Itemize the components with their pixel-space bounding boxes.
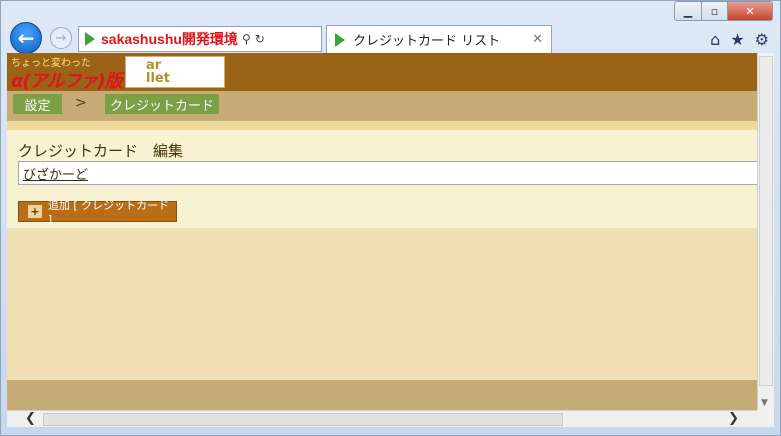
divider-band	[7, 121, 774, 130]
add-credit-card-button[interactable]: + 追加 [ クレジットカード ]	[18, 199, 177, 226]
horizontal-scroll-thumb[interactable]	[43, 413, 563, 426]
page-viewport: ちょっと変わった α(アルファ)版 ar llet 設定 > クレジットカード ク…	[7, 53, 774, 410]
site-logo[interactable]: ar llet	[125, 56, 225, 88]
breadcrumb: 設定 > クレジットカード	[7, 91, 774, 121]
address-text: sakashushu開発環境	[101, 31, 238, 47]
tab-title: クレジットカード リスト	[353, 34, 501, 49]
back-arrow-icon: ←	[17, 26, 35, 50]
vertical-scroll-thumb[interactable]	[759, 56, 773, 386]
scroll-right-icon[interactable]: ❯	[728, 411, 739, 426]
site-favicon-icon	[85, 32, 95, 46]
tab-close-icon[interactable]: ✕	[532, 32, 543, 47]
breadcrumb-credit-card[interactable]: クレジットカード	[105, 94, 219, 114]
vertical-scrollbar[interactable]: ▼	[757, 53, 774, 410]
site-header: ちょっと変わった α(アルファ)版 ar llet	[7, 53, 774, 92]
window-controls: ▁ ▫ ✕	[674, 1, 773, 21]
scrollbar-corner	[757, 410, 774, 427]
back-button[interactable]: ←	[10, 22, 42, 54]
maximize-icon[interactable]: ▫	[702, 1, 728, 21]
address-bar[interactable]: sakashushu開発環境 ⚲ ↻	[78, 26, 322, 52]
search-icon[interactable]: ⚲	[242, 32, 251, 46]
main-content: クレジットカード 編集 びざかーど + 追加 [ クレジットカード ]	[7, 130, 774, 228]
close-icon[interactable]: ✕	[728, 1, 773, 21]
tab-favicon-icon	[335, 32, 345, 47]
home-icon[interactable]: ⌂	[710, 30, 720, 49]
forward-button[interactable]: →	[50, 27, 72, 49]
credit-card-list: びざかーど	[18, 161, 768, 185]
page-title: クレジットカード 編集	[18, 142, 184, 160]
gear-icon[interactable]: ⚙	[755, 30, 769, 49]
add-button-label: 追加 [ クレジットカード ]	[47, 199, 170, 226]
list-item[interactable]: びざかーど	[23, 164, 88, 183]
refresh-icon[interactable]: ↻	[255, 32, 265, 46]
scroll-down-icon[interactable]: ▼	[761, 398, 768, 408]
star-icon[interactable]: ★	[730, 30, 744, 49]
forward-arrow-icon: →	[55, 30, 67, 46]
logo-main-text: α(アルファ)版	[11, 71, 123, 92]
site-footer	[7, 380, 774, 410]
scroll-left-icon[interactable]: ❮	[25, 411, 36, 426]
browser-tab[interactable]: クレジットカード リスト ✕	[326, 25, 552, 53]
horizontal-scrollbar[interactable]: ❮ ❯	[7, 410, 757, 427]
plus-icon: +	[28, 205, 42, 218]
breadcrumb-settings[interactable]: 設定	[13, 94, 62, 114]
breadcrumb-separator: >	[75, 95, 87, 111]
toolbar-icons: ⌂ ★ ⚙	[710, 30, 769, 49]
minimize-icon[interactable]: ▁	[674, 1, 702, 21]
